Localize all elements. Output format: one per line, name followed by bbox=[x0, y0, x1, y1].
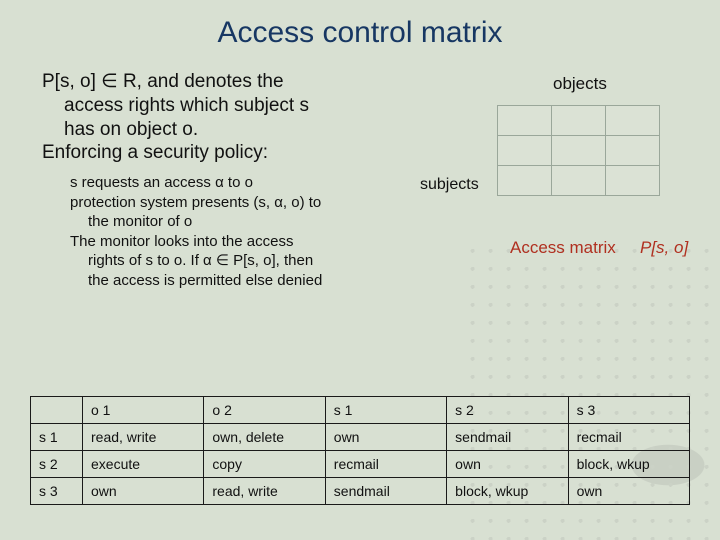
matrix-cell bbox=[605, 135, 660, 166]
table-corner bbox=[31, 397, 83, 424]
table-row: s 3 own read, write sendmail block, wkup… bbox=[31, 478, 690, 505]
table-row: s 2 execute copy recmail own block, wkup bbox=[31, 451, 690, 478]
steps-paragraph: s requests an access α to o protection s… bbox=[42, 173, 442, 290]
step-line-1: s requests an access α to o bbox=[70, 174, 253, 191]
matrix-cell bbox=[551, 135, 606, 166]
table-row: s 1 read, write own, delete own sendmail… bbox=[31, 424, 690, 451]
table-cell: own bbox=[83, 478, 204, 505]
matrix-cell bbox=[605, 105, 660, 136]
pso-label: P[s, o] bbox=[640, 238, 688, 258]
col-header: s 2 bbox=[447, 397, 568, 424]
matrix-cell bbox=[551, 165, 606, 196]
step-line-2b: the monitor of o bbox=[70, 212, 442, 232]
row-header: s 3 bbox=[31, 478, 83, 505]
page-title: Access control matrix bbox=[0, 0, 720, 50]
objects-label: objects bbox=[553, 74, 607, 94]
table-cell: sendmail bbox=[447, 424, 568, 451]
slide: Access control matrix P[s, o] ∈ R, and d… bbox=[0, 0, 720, 540]
table-cell: execute bbox=[83, 451, 204, 478]
step-line-2a: protection system presents (s, α, o) to bbox=[70, 194, 321, 211]
subjects-label: subjects bbox=[420, 176, 479, 194]
step-line-3a: The monitor looks into the access bbox=[70, 233, 293, 250]
table-cell: read, write bbox=[83, 424, 204, 451]
table-cell: own bbox=[568, 478, 689, 505]
col-header: s 3 bbox=[568, 397, 689, 424]
table-header-row: o 1 o 2 s 1 s 2 s 3 bbox=[31, 397, 690, 424]
intro-paragraph: P[s, o] ∈ R, and denotes the access righ… bbox=[42, 70, 422, 165]
matrix-cell bbox=[497, 135, 552, 166]
table-cell: sendmail bbox=[325, 478, 446, 505]
matrix-cell bbox=[497, 165, 552, 196]
table-cell: own, delete bbox=[204, 424, 325, 451]
col-header: o 2 bbox=[204, 397, 325, 424]
step-line-3c: the access is permitted else denied bbox=[70, 271, 442, 291]
table-cell: recmail bbox=[568, 424, 689, 451]
table-cell: own bbox=[447, 451, 568, 478]
col-header: o 1 bbox=[83, 397, 204, 424]
table-cell: recmail bbox=[325, 451, 446, 478]
matrix-cell bbox=[605, 165, 660, 196]
access-matrix-label: Access matrix bbox=[510, 238, 616, 258]
table-cell: block, wkup bbox=[568, 451, 689, 478]
intro-line-1: P[s, o] ∈ R, and denotes the bbox=[42, 71, 284, 92]
step-line-3b: rights of s to o. If α ∈ P[s, o], then bbox=[70, 251, 442, 271]
intro-line-4: Enforcing a security policy: bbox=[42, 142, 268, 163]
table-cell: read, write bbox=[204, 478, 325, 505]
col-header: s 1 bbox=[325, 397, 446, 424]
matrix-cell bbox=[497, 105, 552, 136]
matrix-diagram bbox=[498, 106, 660, 196]
access-table: o 1 o 2 s 1 s 2 s 3 s 1 read, write own,… bbox=[30, 396, 690, 505]
intro-line-2: access rights which subject s bbox=[42, 94, 422, 118]
row-header: s 1 bbox=[31, 424, 83, 451]
intro-line-3: has on object o. bbox=[42, 118, 422, 142]
row-header: s 2 bbox=[31, 451, 83, 478]
table-cell: copy bbox=[204, 451, 325, 478]
table-cell: own bbox=[325, 424, 446, 451]
matrix-cell bbox=[551, 105, 606, 136]
table-cell: block, wkup bbox=[447, 478, 568, 505]
